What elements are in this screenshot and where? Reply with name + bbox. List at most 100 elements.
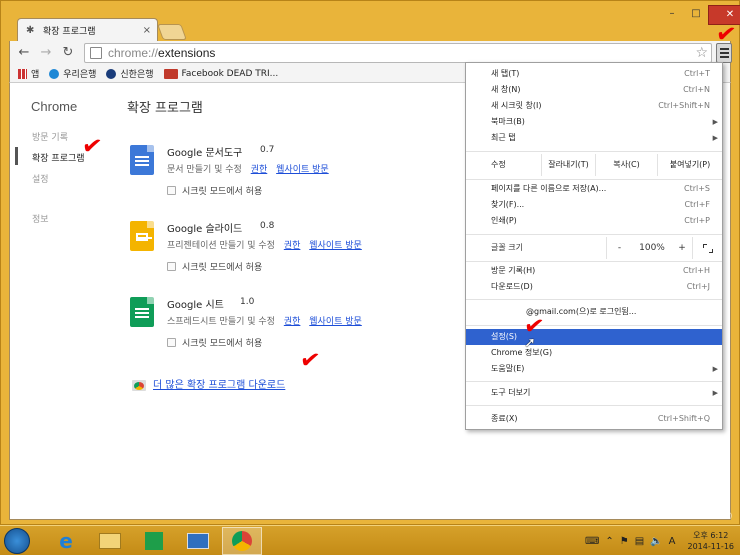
extension-description-text: 문서 만들기 및 수정 [167, 165, 242, 175]
menu-item-save-page[interactable]: 페이지를 다른 이름으로 저장(A)... Ctrl+S [466, 181, 722, 197]
menu-shortcut: Ctrl+N [683, 85, 710, 94]
bookmark-label: Facebook DEAD TRI... [181, 68, 279, 79]
volume-icon[interactable]: 🔈 [650, 536, 662, 547]
menu-item-settings[interactable]: 설정(S) [466, 329, 722, 345]
google-docs-icon [130, 145, 154, 175]
incognito-label: 시크릿 모드에서 허용 [182, 263, 263, 273]
menu-item-print[interactable]: 인쇄(P) Ctrl+P [466, 213, 722, 229]
visit-website-link[interactable]: 웹사이트 방문 [309, 241, 362, 251]
bookmark-shinhan[interactable]: 신한은행 [106, 67, 154, 80]
menu-shortcut: Ctrl+P [684, 216, 710, 225]
menu-separator [466, 299, 722, 300]
permissions-link[interactable]: 권한 [284, 241, 301, 251]
chevron-up-icon[interactable]: ⌃ [605, 536, 613, 547]
menu-separator [466, 261, 722, 262]
menu-item-help[interactable]: 도움말(E) ▶ [466, 361, 722, 377]
incognito-option[interactable]: 시크릿 모드에서 허용 [167, 336, 262, 349]
sidebar-item-history[interactable]: 방문 기록 [32, 130, 68, 143]
forward-arrow-icon[interactable]: → [38, 45, 54, 61]
menu-item-new-incognito[interactable]: 새 시크릿 창(I) Ctrl+Shift+N [466, 98, 722, 114]
file-explorer-icon[interactable] [90, 527, 130, 555]
zoom-level: 100% [639, 243, 665, 253]
menu-item-label: 북마크(B) [491, 117, 525, 126]
ime-icon[interactable]: A [669, 536, 676, 547]
clock-date: 2014-11-16 [687, 542, 735, 551]
extension-description-text: 프리젠테이션 만들기 및 수정 [167, 241, 275, 251]
incognito-option[interactable]: 시크릿 모드에서 허용 [167, 260, 262, 273]
permissions-link[interactable]: 권한 [251, 165, 268, 175]
menu-item-more-tools[interactable]: 도구 더보기 ▶ [466, 385, 722, 401]
submenu-arrow-icon: ▶ [712, 134, 718, 142]
remote-desktop-icon[interactable] [178, 527, 218, 555]
menu-item-label: 새 창(N) [491, 85, 521, 94]
incognito-label: 시크릿 모드에서 허용 [182, 339, 263, 349]
menu-item-label: Chrome 정보(G) [491, 348, 553, 357]
zoom-out-button[interactable]: - [606, 237, 632, 259]
store-icon[interactable] [134, 527, 174, 555]
menu-item-label: 페이지를 다른 이름으로 저장(A)... [491, 184, 607, 193]
menu-item-history[interactable]: 방문 기록(H) Ctrl+H [466, 263, 722, 279]
menu-item-exit[interactable]: 종료(X) Ctrl+Shift+Q [466, 411, 722, 427]
menu-item-new-tab[interactable]: 새 탭(T) Ctrl+T [466, 66, 722, 82]
reload-icon[interactable]: ↻ [60, 45, 76, 61]
bookmark-facebook[interactable]: Facebook DEAD TRI... [163, 68, 279, 79]
sidebar-item-extensions[interactable]: 확장 프로그램 [32, 151, 85, 164]
permissions-link[interactable]: 권한 [284, 317, 301, 327]
fullscreen-button[interactable] [692, 237, 722, 259]
extension-version: 1.0 [240, 297, 255, 307]
clock[interactable]: 오후 6:12 2014-11-16 [688, 530, 735, 552]
sidebar-active-indicator [15, 147, 18, 165]
get-more-extensions-link[interactable]: 더 많은 확장 프로그램 다운로드 [153, 376, 285, 391]
url-host: extensions [158, 46, 216, 60]
tab-extensions[interactable]: ✱ 확장 프로그램 × [17, 18, 158, 42]
bookmark-woori[interactable]: 우리은행 [49, 67, 96, 80]
maximize-button[interactable]: □ [684, 5, 708, 25]
web-store-icon [131, 377, 147, 391]
incognito-checkbox[interactable] [167, 338, 176, 347]
minimize-button[interactable]: – [660, 5, 684, 25]
bookmark-apps[interactable]: 앱 [18, 67, 39, 80]
flag-icon[interactable]: ⚑ [620, 536, 629, 547]
menu-item-recent-tabs[interactable]: 최근 탭 ▶ [466, 130, 722, 146]
sidebar-item-settings[interactable]: 설정 [32, 172, 49, 185]
sidebar-item-about[interactable]: 정보 [32, 212, 49, 225]
tab-close-icon[interactable]: × [143, 25, 151, 36]
bookmark-star-icon[interactable]: ☆ [695, 45, 708, 61]
visit-website-link[interactable]: 웹사이트 방문 [309, 317, 362, 327]
extension-description: 스프레드시트 만들기 및 수정 권한 웹사이트 방문 [167, 314, 362, 327]
cut-button[interactable]: 잘라내기(T) [541, 154, 595, 176]
zoom-in-button[interactable]: + [672, 237, 692, 259]
copy-button[interactable]: 복사(C) [595, 154, 657, 176]
menu-separator [466, 234, 722, 235]
menu-edit-row: 수정 잘라내기(T) 복사(C) 붙여넣기(P) [466, 154, 722, 176]
edit-label: 수정 [491, 160, 506, 169]
chrome-taskbar-icon[interactable] [222, 527, 262, 555]
extension-name: Google 문서도구 [167, 148, 243, 159]
menu-item-label: 새 탭(T) [491, 69, 520, 78]
chrome-menu: 새 탭(T) Ctrl+T 새 창(N) Ctrl+N 새 시크릿 창(I) Ctrl… [465, 62, 723, 430]
menu-separator [466, 325, 722, 326]
address-bar[interactable]: chrome://extensions ☆ [84, 43, 712, 63]
back-arrow-icon[interactable]: ← [16, 45, 32, 61]
menu-item-new-window[interactable]: 새 창(N) Ctrl+N [466, 82, 722, 98]
menu-item-downloads[interactable]: 다운로드(D) Ctrl+J [466, 279, 722, 295]
menu-shortcut: Ctrl+Shift+N [658, 101, 710, 110]
incognito-option[interactable]: 시크릿 모드에서 허용 [167, 184, 262, 197]
keyboard-icon[interactable]: ⌨ [585, 536, 599, 547]
menu-item-find[interactable]: 찾기(F)... Ctrl+F [466, 197, 722, 213]
menu-item-bookmarks[interactable]: 북마크(B) ▶ [466, 114, 722, 130]
google-sheets-icon [130, 297, 154, 327]
visit-website-link[interactable]: 웹사이트 방문 [276, 165, 329, 175]
check-mark-icon: ✔ [80, 130, 104, 162]
incognito-label: 시크릿 모드에서 허용 [182, 187, 263, 197]
incognito-checkbox[interactable] [167, 186, 176, 195]
menu-item-about-chrome[interactable]: Chrome 정보(G) [466, 345, 722, 361]
incognito-checkbox[interactable] [167, 262, 176, 271]
paste-button[interactable]: 붙여넣기(P) [657, 154, 722, 176]
start-button-icon[interactable] [4, 528, 30, 554]
internet-explorer-icon[interactable]: e [46, 527, 86, 555]
network-icon[interactable]: ▤ [635, 536, 644, 547]
new-tab-button[interactable] [157, 24, 187, 40]
extension-name: Google 시트 [167, 300, 224, 311]
menu-item-signed-in[interactable]: @gmail.com(으)로 로그인됨... [466, 304, 722, 320]
